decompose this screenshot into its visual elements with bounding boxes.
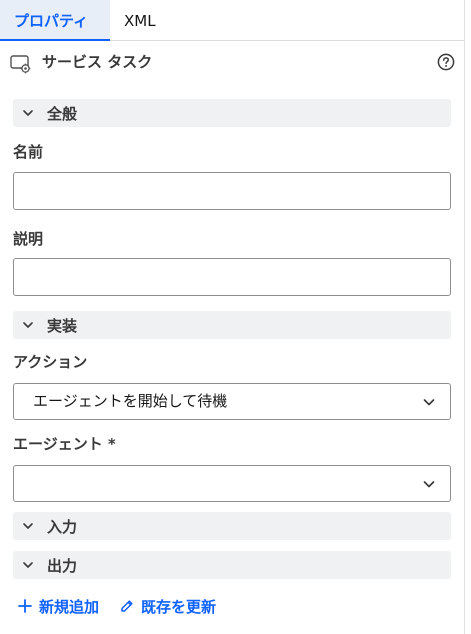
element-header: サービス タスク xyxy=(0,41,465,89)
panel-tabs: プロパティ XML xyxy=(0,0,465,41)
section-implementation-label: 実装 xyxy=(47,316,78,335)
action-select[interactable]: エージェントを開始して待機 xyxy=(13,383,451,420)
tab-properties[interactable]: プロパティ xyxy=(0,0,110,41)
update-existing-button[interactable]: 既存を更新 xyxy=(119,596,216,617)
add-new-button[interactable]: 新規追加 xyxy=(17,596,99,617)
chevron-down-icon xyxy=(423,399,435,406)
description-input[interactable] xyxy=(13,258,451,296)
agent-label: エージェント * xyxy=(13,435,116,453)
edit-icon xyxy=(121,600,133,612)
description-label: 説明 xyxy=(13,230,44,248)
name-input[interactable] xyxy=(13,172,451,210)
properties-panel: プロパティ XML サービス タスク 全般 名前 説明 実装 アクション エージ… xyxy=(0,0,465,634)
chevron-down-icon xyxy=(23,322,33,328)
agent-select[interactable] xyxy=(13,465,451,502)
section-output[interactable]: 出力 xyxy=(13,551,451,579)
chevron-down-icon xyxy=(23,523,33,529)
section-implementation[interactable]: 実装 xyxy=(13,311,451,339)
footer-actions: 新規追加 既存を更新 xyxy=(17,594,216,618)
section-output-label: 出力 xyxy=(47,556,78,575)
section-input[interactable]: 入力 xyxy=(13,512,451,540)
add-new-label: 新規追加 xyxy=(39,597,100,616)
element-type-title: サービス タスク xyxy=(42,53,153,71)
action-select-value: エージェントを開始して待機 xyxy=(33,392,228,410)
chevron-down-icon xyxy=(23,562,33,568)
action-label: アクション xyxy=(13,353,88,371)
section-input-label: 入力 xyxy=(47,517,78,536)
chevron-down-icon xyxy=(423,481,435,488)
update-existing-label: 既存を更新 xyxy=(141,597,217,616)
chevron-down-icon xyxy=(23,110,33,116)
plus-icon xyxy=(18,599,32,613)
section-general-label: 全般 xyxy=(47,104,78,123)
tab-xml[interactable]: XML xyxy=(110,0,170,41)
section-general[interactable]: 全般 xyxy=(13,99,451,127)
service-task-gear-icon xyxy=(10,55,31,74)
name-label: 名前 xyxy=(13,143,44,161)
help-circle-icon[interactable] xyxy=(437,53,455,71)
